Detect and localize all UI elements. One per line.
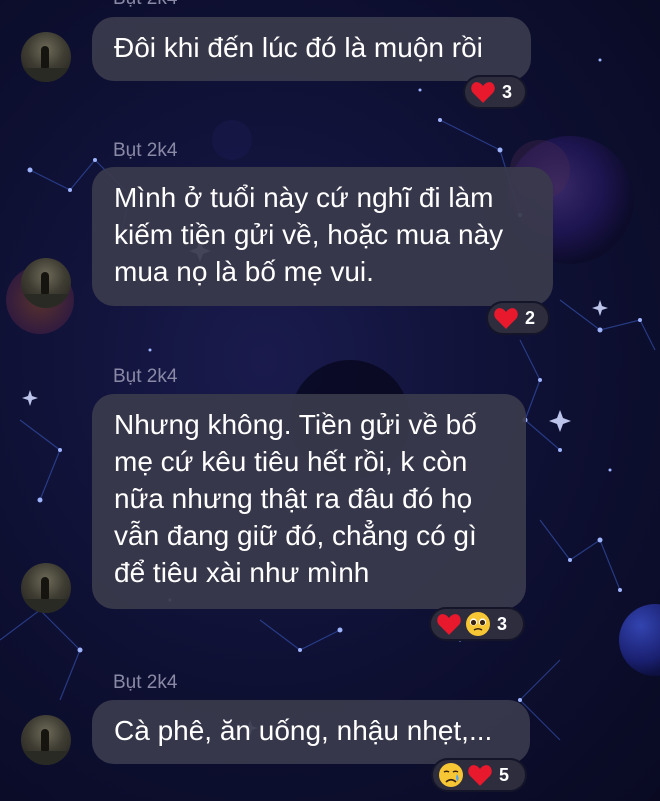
message-text: vẫn đang giữ đó, chẳng có gì [114, 520, 477, 551]
avatar[interactable] [21, 715, 71, 765]
message-text: để tiêu xài như mình [114, 557, 370, 588]
message-bubble[interactable]: Mình ở tuổi này cứ nghĩ đi làm kiếm tiền… [92, 167, 553, 306]
avatar[interactable] [21, 563, 71, 613]
message-text: Nhưng không. Tiền gửi về bố [114, 409, 477, 440]
heart-icon [468, 765, 492, 786]
reaction-pill[interactable]: 2 [486, 301, 550, 335]
sender-name: Bụt 2k4 [113, 672, 178, 693]
reaction-pill[interactable]: 3 [463, 75, 527, 109]
reaction-count: 3 [497, 613, 508, 634]
message-text: kiếm tiền gửi về, hoặc mua này [114, 219, 504, 250]
pleading-face-icon [466, 612, 490, 636]
message-text: mẹ cứ kêu tiêu hết rồi, k còn [114, 446, 468, 477]
message-text: Mình ở tuổi này cứ nghĩ đi làm [114, 182, 494, 213]
message-text: nữa nhưng thật ra đâu đó họ [114, 483, 473, 514]
reaction-count: 5 [499, 764, 510, 785]
message-bubble[interactable]: Cà phê, ăn uống, nhậu nhẹt,... [92, 700, 530, 764]
avatar[interactable] [21, 32, 71, 82]
sender-name: Bụt 2k4 [113, 0, 177, 10]
reaction-count: 2 [525, 307, 536, 328]
avatar[interactable] [21, 258, 71, 308]
crying-face-icon [439, 763, 463, 787]
heart-icon [494, 308, 518, 329]
message-text: mua nọ là bố mẹ vui. [114, 256, 374, 287]
message-bubble[interactable]: Đôi khi đến lúc đó là muộn rồi [92, 17, 531, 81]
heart-icon [471, 82, 495, 103]
reaction-pill[interactable]: 5 [431, 758, 527, 792]
reaction-count: 3 [502, 81, 513, 102]
message-text: Cà phê, ăn uống, nhậu nhẹt,... [114, 715, 493, 746]
sender-name: Bụt 2k4 [113, 140, 178, 161]
sender-name: Bụt 2k4 [113, 366, 178, 387]
message-bubble[interactable]: Nhưng không. Tiền gửi về bố mẹ cứ kêu ti… [92, 394, 526, 609]
message-text: Đôi khi đến lúc đó là muộn rồi [114, 32, 483, 63]
heart-icon [437, 614, 461, 635]
reaction-pill[interactable]: 3 [429, 607, 525, 641]
